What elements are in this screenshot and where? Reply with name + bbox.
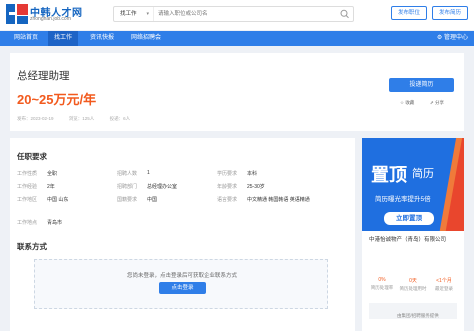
req-label: 学历要求: [217, 171, 238, 177]
view-count: 浏览：125人: [68, 116, 95, 121]
contact-message: 您尚未登录，点击登录后可获取企业联系方式: [126, 273, 237, 279]
job-meta: 发布：2023-02-19 浏览：125人 投递：6人: [17, 116, 144, 122]
post-resume-button[interactable]: 发布简历: [432, 6, 468, 20]
banner-headline-suffix: 简历: [412, 168, 434, 180]
post-job-button[interactable]: 发布职位: [391, 6, 427, 20]
stat-value: 0%: [378, 277, 386, 283]
req-label: 工作经验: [17, 184, 38, 190]
req-value: 中国 山东: [47, 197, 69, 203]
sidebar-footer: 由集团/招聘服务提供: [369, 303, 457, 319]
top-bar: 中韩人才网 zhonghan.job.com 找工作 ▾ 发布职位 发布简历: [0, 0, 474, 30]
req-label: 工作性质: [17, 171, 38, 177]
search-icon[interactable]: [339, 9, 351, 19]
contact-box: 您尚未登录，点击登录后可获取企业联系方式 点击登录: [34, 259, 328, 309]
promo-banner[interactable]: 置顶 简历 简历曝光率提升5倍 立即置顶: [362, 138, 464, 231]
site-logo[interactable]: 中韩人才网 zhonghan.job.com: [6, 3, 86, 27]
search-type-select[interactable]: 找工作 ▾: [114, 7, 154, 21]
req-value: 中文精通 韩国韩语 英语精通: [247, 197, 310, 203]
req-value: 中国: [147, 197, 158, 203]
main-nav: 网站首页 找工作 资讯快报 网络招聘会 ⚙ 管理中心: [0, 31, 474, 46]
company-name[interactable]: 中港怡诚物产（青岛）有限公司: [369, 235, 446, 243]
company-stat: 0天 简历处理用时: [398, 277, 428, 292]
login-button[interactable]: 点击登录: [159, 282, 206, 294]
stat-value: 0天: [409, 278, 417, 284]
req-label: 招聘部门: [117, 184, 138, 190]
apply-button[interactable]: 投递简历: [389, 78, 454, 92]
banner-cta-button[interactable]: 立即置顶: [384, 212, 434, 225]
req-value: 25-30岁: [247, 184, 265, 190]
req-label: 国籍要求: [117, 197, 138, 203]
star-icon: ☆: [400, 100, 405, 105]
apply-count: 投递：6人: [109, 116, 131, 121]
nav-item-news[interactable]: 资讯快报: [84, 31, 120, 46]
sidebar: 置顶 简历 简历曝光率提升5倍 立即置顶 中港怡诚物产（青岛）有限公司 0% 简…: [362, 138, 464, 331]
contact-title: 联系方式: [17, 242, 47, 251]
logo-mark-icon: [6, 4, 28, 24]
nav-item-job-fair[interactable]: 网络招聘会: [125, 31, 167, 46]
req-label: 语言要求: [217, 197, 238, 203]
stat-value: <1个月: [436, 278, 452, 284]
search-type-label: 找工作: [120, 11, 137, 17]
share-icon: ⇗: [430, 100, 434, 105]
req-value: 全职: [47, 171, 58, 177]
company-stat: 0% 简历处理率: [367, 277, 397, 291]
company-stat: <1个月 最近登录: [429, 277, 459, 292]
nav-item-home[interactable]: 网站首页: [8, 31, 44, 46]
banner-headline: 置顶: [371, 165, 407, 185]
job-salary: 20~25万元/年: [17, 92, 97, 107]
req-value: 青岛市: [47, 220, 63, 226]
chevron-down-icon: ▾: [146, 11, 149, 17]
nav-item-find-job[interactable]: 找工作: [48, 31, 79, 46]
req-label: 年龄要求: [217, 184, 238, 190]
stat-label: 简历处理率: [370, 285, 394, 290]
job-title: 总经理助理: [17, 70, 70, 82]
req-label: 工作地区: [17, 197, 38, 203]
req-label: 工作地点: [17, 220, 38, 226]
banner-subtitle: 简历曝光率提升5倍: [375, 196, 431, 203]
req-value: 1: [147, 170, 150, 176]
gear-icon: ⚙: [436, 35, 443, 41]
search-input[interactable]: [158, 7, 338, 21]
admin-center-label: 管理中心: [443, 35, 468, 41]
req-label: 招聘人数: [117, 171, 138, 177]
req-value: 总经理办公室: [147, 184, 178, 190]
stat-label: 最近登录: [435, 286, 453, 291]
admin-center-link[interactable]: ⚙ 管理中心: [437, 31, 468, 46]
job-header-card: 总经理助理 20~25万元/年 发布：2023-02-19 浏览：125人 投递…: [10, 53, 464, 131]
job-detail-panel: 任职要求 工作性质 全职 招聘人数 1 学历要求 本科 工作经验 2年 招聘部门…: [10, 138, 355, 331]
search-bar: 找工作 ▾: [113, 6, 354, 22]
sidebar-footer-text: 由集团/招聘服务提供: [397, 313, 439, 318]
requirements-title: 任职要求: [17, 152, 47, 161]
favorite-label: 收藏: [405, 100, 415, 105]
req-value: 2年: [47, 184, 55, 190]
req-value: 本科: [247, 171, 258, 177]
favorite-button[interactable]: ☆ 收藏: [400, 100, 414, 106]
share-label: 分享: [435, 100, 445, 105]
share-button[interactable]: ⇗ 分享: [430, 100, 444, 106]
stat-label: 简历处理用时: [399, 286, 427, 291]
publish-date: 发布：2023-02-19: [17, 116, 54, 121]
logo-subtitle: zhonghan.job.com: [30, 16, 71, 22]
